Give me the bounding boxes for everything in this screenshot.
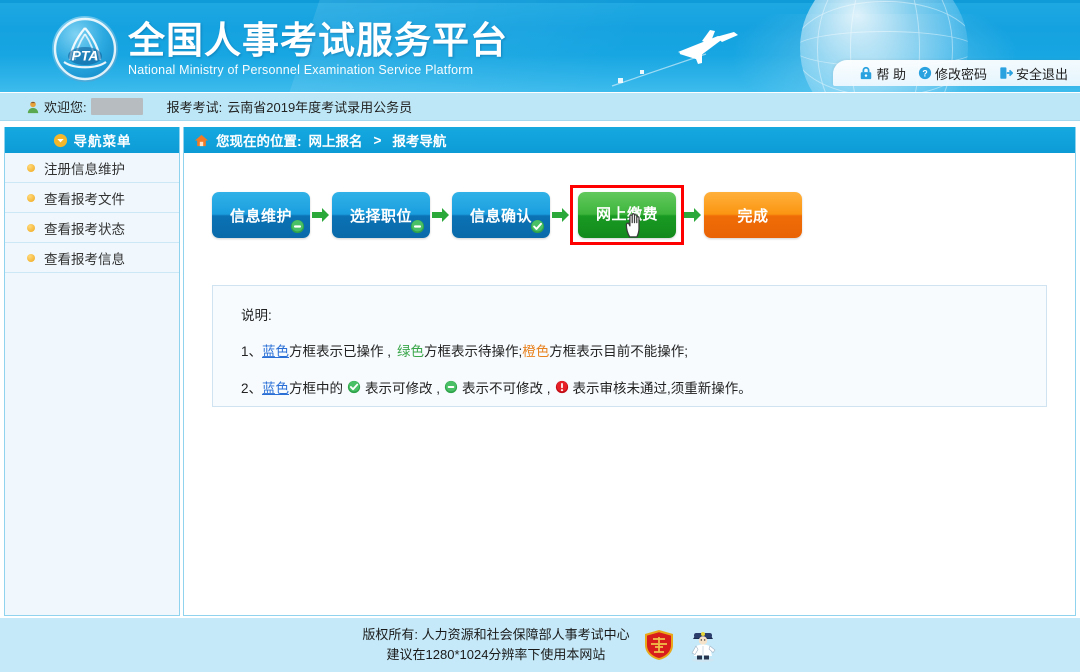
arrow-right-icon bbox=[312, 208, 329, 222]
arrow-right-icon bbox=[552, 208, 569, 222]
line2-text-2: 表示可修改 , bbox=[365, 381, 441, 396]
footer-badges bbox=[644, 628, 718, 662]
pta-logo-text: PTA bbox=[72, 48, 99, 64]
welcome-bar: 欢迎您: 报考考试: 云南省2019年度考试录用公务员 bbox=[0, 92, 1080, 121]
bullet-dot-icon bbox=[27, 253, 35, 262]
sidebar-item-label: 查看报考状态 bbox=[44, 221, 125, 237]
welcome-label: 欢迎您: bbox=[44, 100, 87, 115]
footer-text: 版权所有: 人力资源和社会保障部人事考试中心 建议在1280*1024分辨率下使… bbox=[362, 625, 629, 665]
exam-value: 云南省2019年度考试录用公务员 bbox=[227, 100, 413, 115]
footer-resolution-hint: 建议在1280*1024分辨率下使用本网站 bbox=[386, 647, 606, 662]
breadcrumb-prefix: 您现在的位置: bbox=[216, 134, 302, 149]
content-panel: 您现在的位置: 网上报名 > 报考导航 信息维护 选择职位 信息确认 网上缴费 … bbox=[183, 127, 1076, 616]
lock-icon bbox=[861, 66, 872, 80]
line1-green-word: 绿色 bbox=[397, 344, 425, 359]
line1-text-3: 方框表示目前不能操作; bbox=[549, 344, 689, 359]
line1-number: 1、 bbox=[241, 344, 263, 359]
step-arrow bbox=[682, 207, 704, 223]
line1-text-1: 方框表示已操作 , bbox=[289, 344, 392, 359]
step-flow: 信息维护 选择职位 信息确认 网上缴费 完成 bbox=[184, 153, 1075, 245]
instructions-line-2: 2、 蓝色 方框中的 表示可修改 , 表示不可修改 , 表示审核未通过,须重新操… bbox=[241, 377, 1018, 397]
line2-blue-word: 蓝色 bbox=[262, 381, 290, 396]
home-icon bbox=[194, 134, 209, 146]
bullet-dot-icon bbox=[27, 193, 35, 202]
alert-badge-icon bbox=[555, 380, 568, 394]
line2-text-4: 表示审核未通过,须重新操作。 bbox=[572, 381, 752, 396]
step-label: 信息维护 bbox=[229, 207, 292, 225]
question-icon: ? bbox=[918, 66, 932, 80]
site-footer: 版权所有: 人力资源和社会保障部人事考试中心 建议在1280*1024分辨率下使… bbox=[0, 617, 1080, 672]
change-password-label: 修改密码 bbox=[934, 66, 987, 82]
site-title-cn: 全国人事考试服务平台 bbox=[128, 19, 508, 62]
line1-blue-word: 蓝色 bbox=[262, 344, 290, 359]
arrow-right-icon bbox=[684, 208, 701, 222]
police-officer-icon[interactable] bbox=[688, 628, 718, 662]
step-button-info-confirm[interactable]: 信息确认 bbox=[452, 192, 550, 238]
sidebar-title: 导航菜单 bbox=[73, 134, 132, 149]
check-badge-icon bbox=[347, 380, 361, 394]
arrow-right-icon bbox=[432, 208, 449, 222]
help-link-label: 帮 助 bbox=[876, 66, 906, 82]
sidebar-item-label: 查看报考信息 bbox=[44, 251, 125, 267]
svg-text:?: ? bbox=[922, 69, 927, 79]
chevron-down-circle-icon bbox=[53, 133, 67, 147]
check-badge-icon bbox=[530, 219, 545, 234]
line2-text-3: 表示不可修改 , bbox=[462, 381, 551, 396]
username-redacted bbox=[90, 98, 143, 115]
step-arrow bbox=[310, 207, 332, 223]
breadcrumb-path-2: 报考导航 bbox=[392, 134, 447, 149]
sidebar-item-view-status[interactable]: 查看报考状态 bbox=[5, 213, 179, 243]
line2-number: 2、 bbox=[241, 381, 263, 396]
line2-text-1: 方框中的 bbox=[289, 381, 344, 396]
change-password-link[interactable]: ? 修改密码 bbox=[918, 64, 987, 83]
body-area: 导航菜单 注册信息维护 查看报考文件 查看报考状态 查看报考信息 您现在的位置:… bbox=[0, 121, 1080, 617]
breadcrumb: 您现在的位置: 网上报名 > 报考导航 bbox=[184, 127, 1075, 153]
sidebar-item-label: 注册信息维护 bbox=[44, 161, 125, 177]
step-highlight-box: 网上缴费 bbox=[570, 185, 684, 245]
logout-icon bbox=[1000, 67, 1013, 79]
sidebar-item-register-info[interactable]: 注册信息维护 bbox=[5, 153, 179, 183]
hand-cursor-icon bbox=[625, 213, 640, 238]
logout-label: 安全退出 bbox=[1015, 66, 1068, 82]
sidebar-item-view-documents[interactable]: 查看报考文件 bbox=[5, 183, 179, 213]
sidebar: 导航菜单 注册信息维护 查看报考文件 查看报考状态 查看报考信息 bbox=[4, 127, 180, 616]
police-shield-icon[interactable] bbox=[644, 629, 674, 661]
exam-label: 报考考试: bbox=[166, 100, 223, 115]
airplane-icon bbox=[678, 30, 738, 64]
instructions-title: 说明: bbox=[241, 308, 272, 323]
pta-logo-mark: PTA bbox=[52, 16, 118, 82]
minus-badge-icon bbox=[444, 380, 458, 394]
step-label: 选择职位 bbox=[349, 207, 412, 225]
help-link[interactable]: 帮 助 bbox=[859, 64, 906, 83]
step-button-select-position[interactable]: 选择职位 bbox=[332, 192, 430, 238]
step-button-online-payment[interactable]: 网上缴费 bbox=[578, 192, 676, 238]
sidebar-item-label: 查看报考文件 bbox=[44, 191, 125, 207]
line1-orange-word: 橙色 bbox=[522, 344, 550, 359]
sidebar-item-view-info[interactable]: 查看报考信息 bbox=[5, 243, 179, 273]
site-logo[interactable]: PTA 全国人事考试服务平台 National Ministry of Pers… bbox=[52, 16, 508, 82]
breadcrumb-path-1[interactable]: 网上报名 bbox=[309, 130, 363, 150]
step-button-info-maintenance[interactable]: 信息维护 bbox=[212, 192, 310, 238]
site-header: PTA 全国人事考试服务平台 National Ministry of Pers… bbox=[0, 0, 1080, 92]
instructions-line-1: 1、 蓝色 方框表示已操作 , 绿色 方框表示待操作; 橙色 方框表示目前不能操… bbox=[241, 340, 1018, 360]
bullet-dot-icon bbox=[27, 163, 35, 172]
step-label: 信息确认 bbox=[469, 207, 532, 225]
breadcrumb-separator: > bbox=[373, 132, 382, 148]
footer-copyright: 版权所有: 人力资源和社会保障部人事考试中心 bbox=[362, 627, 630, 642]
step-arrow bbox=[550, 207, 572, 223]
step-label: 完成 bbox=[737, 207, 769, 225]
sidebar-header: 导航菜单 bbox=[5, 127, 179, 153]
header-links: 帮 助 ? 修改密码 安全退出 bbox=[833, 60, 1080, 86]
site-title-en: National Ministry of Personnel Examinati… bbox=[128, 63, 474, 77]
user-icon bbox=[27, 101, 39, 113]
page-root: PTA 全国人事考试服务平台 National Ministry of Pers… bbox=[0, 0, 1080, 672]
instructions-box: 说明: 1、 蓝色 方框表示已操作 , 绿色 方框表示待操作; 橙色 方框表示目… bbox=[212, 285, 1047, 407]
line1-text-2: 方框表示待操作; bbox=[424, 344, 523, 359]
logout-link[interactable]: 安全退出 bbox=[999, 64, 1068, 83]
bullet-dot-icon bbox=[27, 223, 35, 232]
step-button-complete[interactable]: 完成 bbox=[704, 192, 802, 238]
minus-badge-icon bbox=[410, 219, 425, 234]
step-arrow bbox=[430, 207, 452, 223]
minus-badge-icon bbox=[290, 219, 305, 234]
